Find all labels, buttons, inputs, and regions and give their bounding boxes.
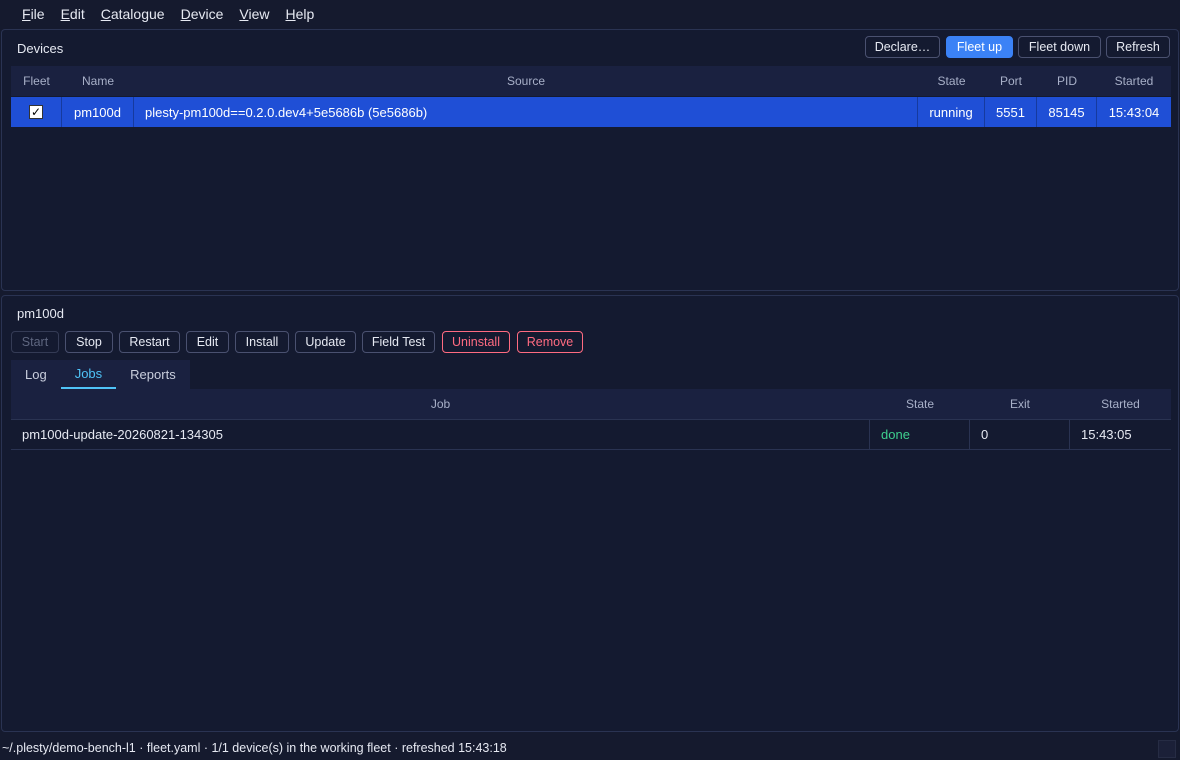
menu-help[interactable]: Help <box>277 6 322 22</box>
fleet-checkbox[interactable]: ✓ <box>29 105 43 119</box>
refresh-button[interactable]: Refresh <box>1106 36 1170 58</box>
job-row[interactable]: pm100d-update-20260821-134305 done 0 15:… <box>11 419 1171 450</box>
col-state[interactable]: State <box>918 74 985 88</box>
col-port[interactable]: Port <box>985 74 1037 88</box>
menu-file[interactable]: File <box>14 6 53 22</box>
fleet-cell: ✓ <box>11 97 62 127</box>
menu-view[interactable]: View <box>231 6 277 22</box>
devices-title: Devices <box>17 41 64 56</box>
device-name: pm100d <box>62 97 134 127</box>
device-detail-panel: pm100d Start Stop Restart Edit Install U… <box>1 295 1179 732</box>
remove-button[interactable]: Remove <box>517 331 583 353</box>
device-source: plesty-pm100d==0.2.0.dev4+5e5686b (5e568… <box>134 97 918 127</box>
col-name[interactable]: Name <box>62 74 134 88</box>
fleet-down-button[interactable]: Fleet down <box>1018 36 1101 58</box>
job-name: pm100d-update-20260821-134305 <box>11 419 870 450</box>
field-test-button[interactable]: Field Test <box>362 331 435 353</box>
edit-button[interactable]: Edit <box>186 331 229 353</box>
devices-table-header: Fleet Name Source State Port PID Started <box>11 66 1171 96</box>
fleet-up-button[interactable]: Fleet up <box>946 36 1013 58</box>
device-row-selected[interactable]: ✓ pm100d plesty-pm100d==0.2.0.dev4+5e568… <box>11 97 1171 127</box>
col-pid[interactable]: PID <box>1037 74 1097 88</box>
restart-button[interactable]: Restart <box>119 331 180 353</box>
col-fleet[interactable]: Fleet <box>11 74 62 88</box>
device-port: 5551 <box>985 97 1037 127</box>
col-job-started[interactable]: Started <box>1070 397 1171 411</box>
install-button[interactable]: Install <box>235 331 289 353</box>
device-started: 15:43:04 <box>1108 104 1160 120</box>
tab-reports[interactable]: Reports <box>116 360 190 389</box>
col-source[interactable]: Source <box>134 74 918 88</box>
devices-panel: Devices Declare… Fleet up Fleet down Ref… <box>1 29 1179 291</box>
job-exit: 0 <box>970 419 1070 450</box>
tab-jobs[interactable]: Jobs <box>60 360 117 389</box>
declare-button[interactable]: Declare… <box>865 36 940 58</box>
stop-button[interactable]: Stop <box>65 331 113 353</box>
menu-device[interactable]: Device <box>173 6 232 22</box>
device-pid: 85145 <box>1037 97 1097 127</box>
start-button[interactable]: Start <box>11 331 59 353</box>
job-started: 15:43:05 <box>1081 427 1132 442</box>
menu-catalogue[interactable]: Catalogue <box>93 6 173 22</box>
job-state: done <box>870 419 970 450</box>
uninstall-button[interactable]: Uninstall <box>442 331 510 353</box>
col-exit[interactable]: Exit <box>970 397 1070 411</box>
detail-title: pm100d <box>17 306 64 321</box>
menu-edit[interactable]: Edit <box>53 6 93 22</box>
col-job-state[interactable]: State <box>870 397 970 411</box>
status-bar: ~/.plesty/demo-bench-l1 · fleet.yaml · 1… <box>0 736 1180 760</box>
menu-bar: File Edit Catalogue Device View Help <box>0 0 1180 28</box>
tab-log[interactable]: Log <box>11 360 61 389</box>
jobs-table-header: Job State Exit Started <box>11 389 1171 419</box>
update-button[interactable]: Update <box>295 331 356 353</box>
detail-tabs: Log Jobs Reports <box>11 360 190 389</box>
col-job[interactable]: Job <box>11 397 870 411</box>
size-grip[interactable] <box>1158 740 1176 758</box>
col-started[interactable]: Started <box>1097 74 1171 88</box>
status-text: ~/.plesty/demo-bench-l1 · fleet.yaml · 1… <box>2 741 507 755</box>
device-state: running <box>918 97 985 127</box>
